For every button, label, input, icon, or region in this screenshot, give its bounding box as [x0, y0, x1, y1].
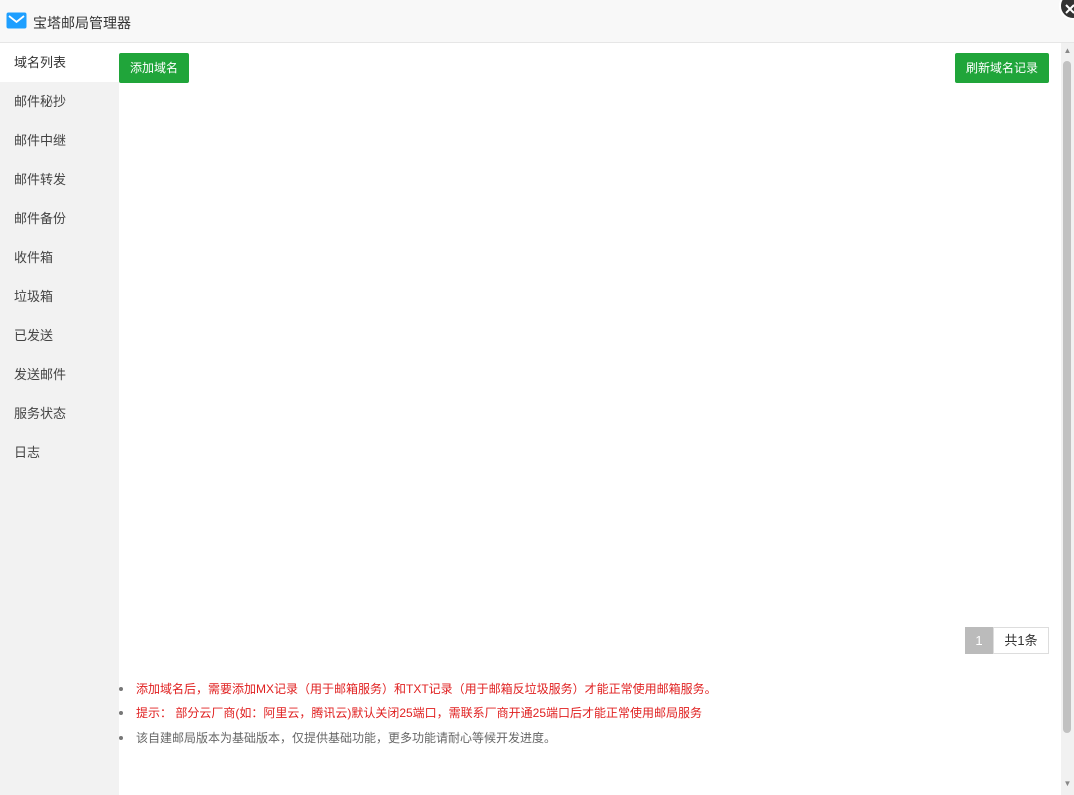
sidebar-item-inbox[interactable]: 收件箱 [0, 238, 119, 277]
tip-text: 该自建邮局版本为基础版本，仅提供基础功能，更多功能请耐心等候开发进度。 [136, 731, 557, 745]
sidebar-item-domain-list[interactable]: 域名列表 [0, 43, 119, 82]
sidebar-item-mail-backup[interactable]: 邮件备份 [0, 199, 119, 238]
scrollbar-thumb[interactable] [1063, 61, 1071, 733]
tip-text: 添加域名后，需要添加MX记录（用于邮箱服务）和TXT记录（用于邮箱反垃圾服务）才… [136, 682, 717, 696]
vertical-scrollbar[interactable]: ▲ ▼ [1061, 43, 1074, 795]
sidebar-item-mail-forward[interactable]: 邮件转发 [0, 160, 119, 199]
bullet [119, 687, 123, 691]
sidebar-item-service-status[interactable]: 服务状态 [0, 394, 119, 433]
sidebar-item-spam[interactable]: 垃圾箱 [0, 277, 119, 316]
bullet [119, 711, 123, 715]
sidebar-item-compose[interactable]: 发送邮件 [0, 355, 119, 394]
title-bar: 宝塔邮局管理器 [0, 0, 1074, 43]
add-domain-button[interactable]: 添加域名 [119, 53, 190, 83]
sidebar-item-mail-bcc[interactable]: 邮件秘抄 [0, 82, 119, 121]
sidebar: 域名列表 邮件秘抄 邮件中继 邮件转发 邮件备份 收件箱 垃圾箱 已发送 发送邮… [0, 43, 119, 795]
bullet [119, 736, 123, 740]
mail-manager-window: 宝塔邮局管理器 域名列表 邮件秘抄 邮件中继 邮件转发 邮件备份 收件箱 垃圾箱… [0, 0, 1074, 795]
window-title: 宝塔邮局管理器 [33, 15, 131, 31]
scroll-down-icon[interactable]: ▼ [1061, 779, 1074, 789]
refresh-domain-records-button[interactable]: 刷新域名记录 [955, 53, 1050, 83]
sidebar-item-logs[interactable]: 日志 [0, 433, 119, 472]
close-button[interactable] [1059, 0, 1074, 20]
sidebar-item-mail-relay[interactable]: 邮件中继 [0, 121, 119, 160]
pagination-total: 共1条 [993, 627, 1049, 654]
sidebar-item-sent[interactable]: 已发送 [0, 316, 119, 355]
close-icon [1065, 4, 1074, 14]
mail-icon [6, 12, 27, 29]
tip-text: 提示： 部分云厂商(如：阿里云，腾讯云)默认关闭25端口，需联系厂商开通25端口… [136, 706, 703, 720]
pagination-page-1[interactable]: 1 [965, 627, 993, 654]
scroll-up-icon[interactable]: ▲ [1061, 46, 1074, 56]
